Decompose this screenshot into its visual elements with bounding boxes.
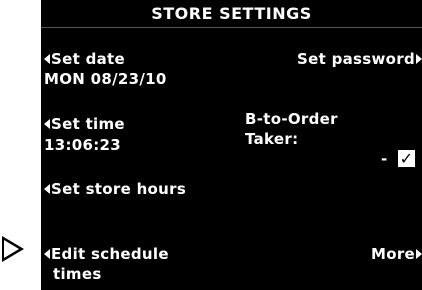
right-triangle-icon [416, 249, 422, 259]
b-to-order-label: B-to-Order [245, 110, 338, 128]
b-to-order-checkbox[interactable]: ✓ [398, 150, 415, 167]
left-triangle-icon [44, 249, 50, 259]
edit-schedule-label-line2: times [53, 265, 102, 283]
b-to-order-dash: - [381, 150, 388, 168]
set-time-button[interactable]: Set time [44, 115, 125, 133]
set-password-label: Set password [297, 50, 415, 68]
set-date-label: Set date [51, 50, 125, 68]
left-triangle-icon [44, 184, 50, 194]
edit-schedule-times-button[interactable]: Edit schedule [44, 245, 169, 263]
pointer-arrow-icon-fill [4, 240, 19, 258]
display-screen: STORE SETTINGS Set date MON 08/23/10 Set… [41, 0, 422, 290]
more-button[interactable]: More [371, 245, 422, 263]
set-time-label: Set time [51, 115, 125, 133]
more-label: More [370, 245, 415, 263]
set-store-hours-label: Set store hours [51, 180, 187, 198]
date-value: MON 08/23/10 [44, 70, 167, 88]
checkmark-icon: ✓ [399, 149, 414, 168]
title-divider [41, 27, 422, 28]
left-triangle-icon [44, 119, 50, 129]
left-triangle-icon [44, 54, 50, 64]
page: STORE SETTINGS Set date MON 08/23/10 Set… [0, 0, 422, 290]
b-to-order-label-line2: Taker: [245, 130, 299, 148]
set-date-button[interactable]: Set date [44, 50, 125, 68]
time-value: 13:06:23 [44, 136, 122, 154]
set-store-hours-button[interactable]: Set store hours [44, 180, 186, 198]
screen-title: STORE SETTINGS [151, 4, 312, 23]
edit-schedule-label: Edit schedule [51, 245, 169, 263]
right-triangle-icon [416, 54, 422, 64]
set-password-button[interactable]: Set password [297, 50, 422, 68]
